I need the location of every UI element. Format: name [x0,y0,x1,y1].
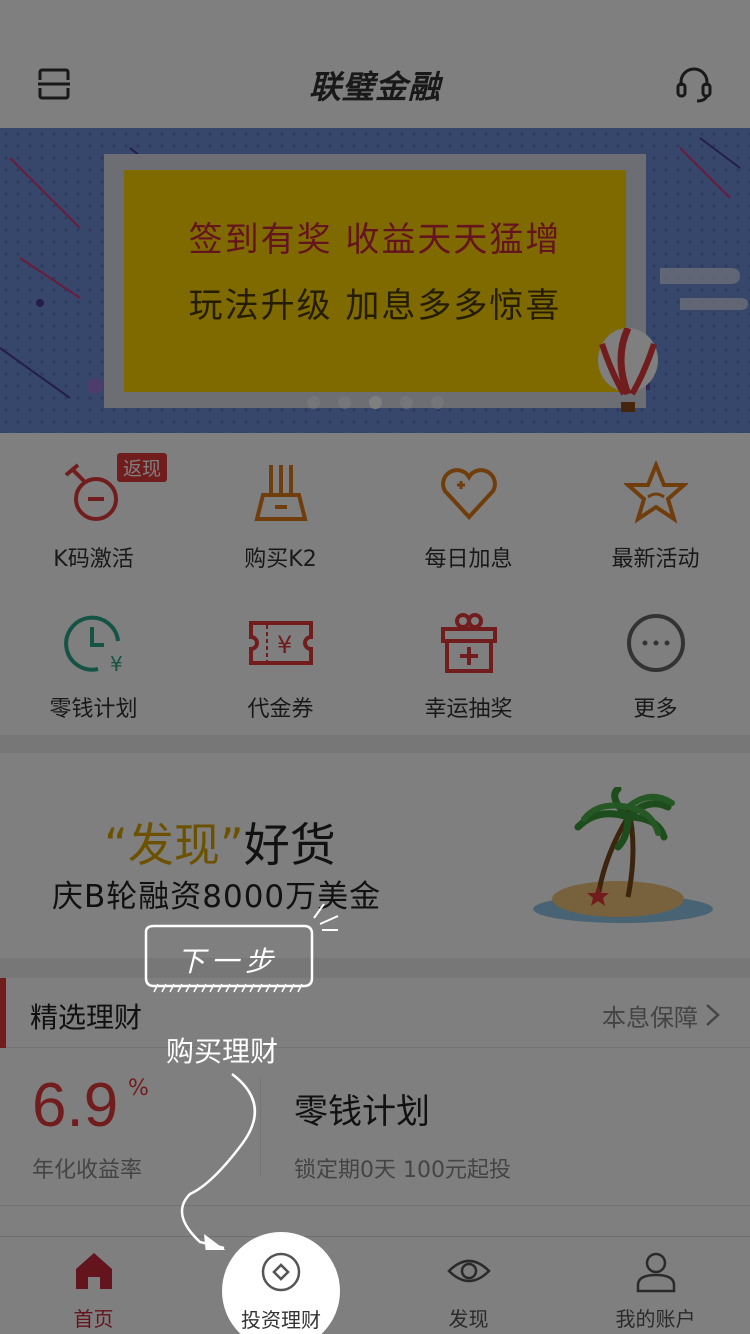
cashback-badge: 返现 [117,453,168,482]
pager-dot[interactable] [306,396,320,409]
island-illustration [533,787,713,923]
discover-quote-close: ” [219,818,244,872]
section-divider [0,958,750,978]
grid-item-k-code[interactable]: 返现 K码激活 [0,433,187,583]
clock-yuan-icon: ¥ [63,615,123,675]
grid-item-change-plan[interactable]: ¥ 零钱计划 [0,583,187,733]
next-step-label: 下一步 [176,945,279,978]
pager-dot[interactable] [337,396,351,409]
heart-plus-icon [440,468,497,520]
grid-item-lottery[interactable]: 幸运抽奖 [375,583,562,733]
grid-item-label: K码激活 [53,547,134,572]
discover-headline: “发现”好货 [104,809,336,875]
annual-rate-label: 年化收益率 [32,1158,143,1183]
bottom-tab-bar: 首页 投资理财 发现 我的账户 [0,1236,750,1334]
grid-item-coupon[interactable]: ¥ 代金券 [187,583,374,733]
grid-item-label: 幸运抽奖 [424,697,513,722]
tab-label: 发现 [448,1307,489,1331]
app-header: 联璧金融 [0,0,750,128]
app-title: 联璧金融 [308,68,441,106]
eye-icon [446,1259,491,1283]
rate-percent: % [128,1076,149,1101]
section-accent-bar [0,978,6,1048]
stopwatch-icon [64,463,118,521]
balloon-icon [598,328,658,412]
tab-discover[interactable]: 发现 [375,1237,562,1334]
promo-banner[interactable]: 签到有奖 收益天天猛增 玩法升级 加息多多惊喜 [0,128,750,433]
pager-dot-active[interactable] [368,396,382,409]
tab-home[interactable]: 首页 [0,1237,187,1334]
invest-icon [261,1252,301,1292]
feature-grid: 返现 K码激活 购买K2 每日加息 最新活动 ¥ 零钱计划 ¥ 代金券 幸运抽奖… [0,433,750,735]
svg-text:¥: ¥ [277,631,292,659]
featured-section-header: 精选理财 本息保障 [0,978,750,1048]
discover-quote-open: “ [104,818,128,872]
grid-item-label: 更多 [633,697,678,722]
discover-subtitle: 庆B轮融资8000万美金 [52,879,382,915]
coupon-icon: ¥ [248,621,313,665]
annual-rate: 6.9 [32,1071,119,1140]
banner-subline: 玩法升级 加息多多惊喜 [188,286,562,326]
svg-text:¥: ¥ [110,652,123,675]
grid-item-daily-bonus[interactable]: 每日加息 [375,433,562,583]
pager-dot[interactable] [399,396,413,409]
pager-dot[interactable] [430,396,444,409]
star-icon [623,461,688,524]
home-icon [75,1253,112,1289]
section-divider [0,735,750,753]
more-icon [626,614,685,672]
product-name: 零钱计划 [294,1092,430,1132]
tab-label: 我的账户 [615,1307,696,1331]
tab-account[interactable]: 我的账户 [562,1237,749,1334]
product-card[interactable]: 6.9 % 年化收益率 零钱计划 锁定期0天 100元起投 [0,1048,750,1206]
banner-pager [0,396,750,409]
router-icon [253,465,308,521]
chevron-right-icon[interactable] [704,1002,722,1028]
app-screen: 联璧金融 签到有奖 收益天天猛增 玩法升级 加息多多惊喜 返现 K码激活 购买K… [0,0,750,1334]
featured-title: 精选理财 [30,1001,143,1034]
product-divider [260,1078,261,1176]
grid-item-label: 零钱计划 [49,697,138,722]
gift-icon [440,613,497,673]
spotlight-label: 投资理财 [241,1308,321,1332]
discover-rest: 好货 [243,818,336,872]
product-meta: 锁定期0天 100元起投 [294,1158,511,1183]
account-icon [636,1252,675,1293]
grid-item-label: 最新活动 [611,547,700,572]
grid-item-label: 代金券 [247,697,314,722]
discover-highlight: 发现 [127,818,220,872]
headset-icon[interactable] [674,64,714,104]
discover-banner[interactable]: “发现”好货 庆B轮融资8000万美金 [0,753,750,958]
grid-item-label: 每日加息 [424,547,513,572]
tab-label: 首页 [73,1307,114,1331]
banner-headline: 签到有奖 收益天天猛增 [188,220,562,260]
grid-item-more[interactable]: 更多 [562,583,749,733]
guarantee-link[interactable]: 本息保障 [602,998,698,1033]
next-step-button[interactable]: 下一步 [140,922,316,998]
grid-item-label: 购买K2 [244,547,317,572]
grid-item-activities[interactable]: 最新活动 [562,433,749,583]
grid-item-buy-k2[interactable]: 购买K2 [187,433,374,583]
